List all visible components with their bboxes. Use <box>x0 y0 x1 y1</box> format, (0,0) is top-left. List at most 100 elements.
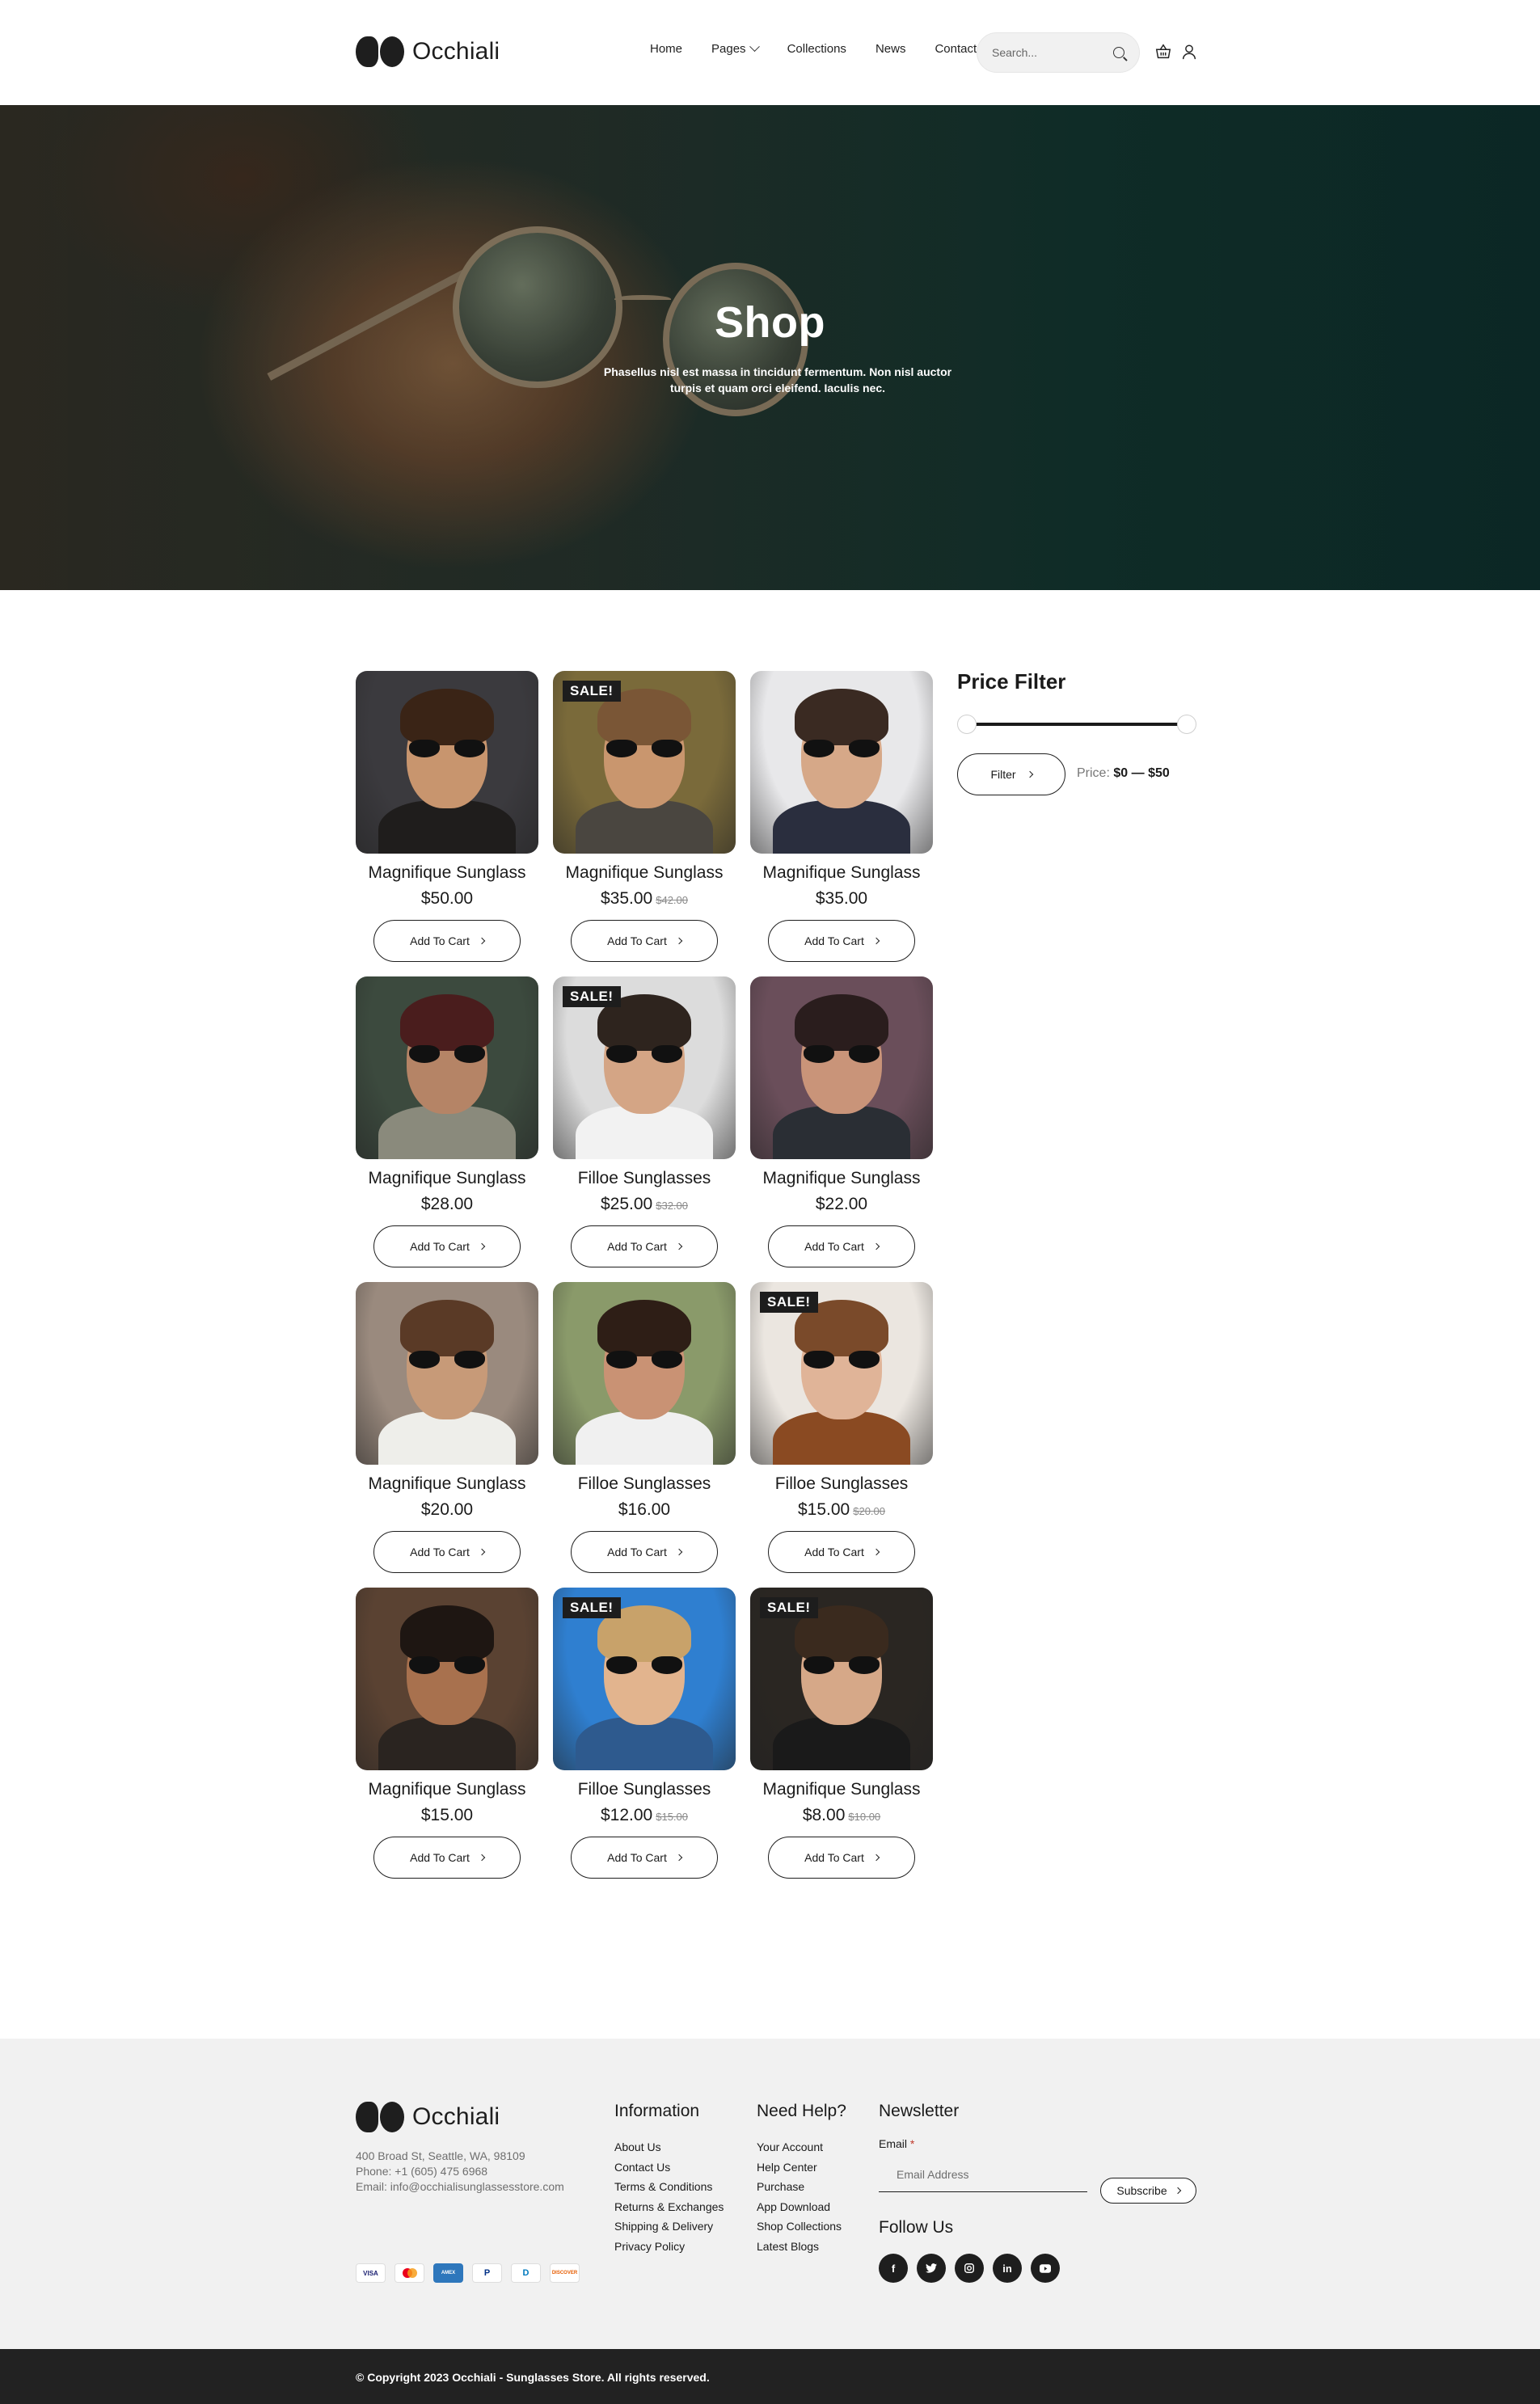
add-to-cart-button[interactable]: Add To Cart <box>571 1531 718 1573</box>
youtube-icon[interactable] <box>1031 2254 1060 2283</box>
product-card[interactable]: Magnifique Sunglass $28.00 Add To Cart <box>356 976 538 1271</box>
add-to-cart-label: Add To Cart <box>607 1240 667 1253</box>
nav-collections[interactable]: Collections <box>787 42 846 56</box>
add-to-cart-button[interactable]: Add To Cart <box>571 1225 718 1267</box>
product-card[interactable]: Magnifique Sunglass $15.00 Add To Cart <box>356 1588 538 1882</box>
footer-link-returns[interactable]: Returns & Exchanges <box>614 2197 724 2217</box>
footer-link-blogs[interactable]: Latest Blogs <box>757 2237 846 2257</box>
subscribe-button[interactable]: Subscribe <box>1100 2178 1196 2204</box>
footer-link-terms[interactable]: Terms & Conditions <box>614 2177 724 2197</box>
price-slider-min-handle[interactable] <box>957 715 977 734</box>
product-image[interactable] <box>553 1282 736 1465</box>
product-name[interactable]: Magnifique Sunglass <box>553 863 736 883</box>
product-card[interactable]: SALE! Filloe Sunglasses $15.00 $20.00 Add To… <box>750 1282 933 1576</box>
add-to-cart-button[interactable]: Add To Cart <box>571 920 718 962</box>
product-image[interactable]: SALE! <box>750 1588 933 1770</box>
add-to-cart-button[interactable]: Add To Cart <box>768 1225 915 1267</box>
product-name[interactable]: Filloe Sunglasses <box>553 1169 736 1188</box>
product-name[interactable]: Filloe Sunglasses <box>553 1474 736 1494</box>
product-image[interactable]: SALE! <box>553 1588 736 1770</box>
product-image[interactable]: SALE! <box>553 976 736 1159</box>
product-image[interactable] <box>750 671 933 854</box>
product-name[interactable]: Filloe Sunglasses <box>750 1474 933 1494</box>
chevron-right-icon <box>1026 770 1033 778</box>
product-image[interactable]: SALE! <box>553 671 736 854</box>
nav-contact[interactable]: Contact <box>935 42 977 56</box>
product-image[interactable] <box>750 976 933 1159</box>
add-to-cart-button[interactable]: Add To Cart <box>768 920 915 962</box>
nav-contact-label: Contact <box>935 42 977 56</box>
add-to-cart-button[interactable]: Add To Cart <box>373 920 521 962</box>
footer-logo[interactable]: Occhiali <box>356 2102 500 2132</box>
footer-link-help-center[interactable]: Help Center <box>757 2157 846 2178</box>
footer-link-privacy[interactable]: Privacy Policy <box>614 2237 724 2257</box>
site-footer: Occhiali 400 Broad St, Seattle, WA, 9810… <box>0 2039 1540 2349</box>
linkedin-icon[interactable]: in <box>993 2254 1022 2283</box>
footer-link-contact[interactable]: Contact Us <box>614 2157 724 2178</box>
product-name[interactable]: Magnifique Sunglass <box>750 863 933 883</box>
nav-home-label: Home <box>650 42 683 56</box>
product-name[interactable]: Magnifique Sunglass <box>356 1474 538 1494</box>
nav-pages-label: Pages <box>711 42 746 56</box>
add-to-cart-button[interactable]: Add To Cart <box>768 1837 915 1879</box>
chevron-right-icon <box>872 1242 880 1251</box>
nav-news-label: News <box>875 42 906 56</box>
nav-news[interactable]: News <box>875 42 906 56</box>
product-card[interactable]: SALE! Magnifique Sunglass $35.00 $42.00 Add … <box>553 671 736 965</box>
product-image[interactable] <box>356 671 538 854</box>
product-card[interactable]: SALE! Filloe Sunglasses $25.00 $32.00 Add To… <box>553 976 736 1271</box>
product-card[interactable]: Magnifique Sunglass $22.00 Add To Cart <box>750 976 933 1271</box>
product-image-hair <box>400 689 494 745</box>
product-card[interactable]: SALE! Magnifique Sunglass $8.00 $10.00 Add T… <box>750 1588 933 1882</box>
footer-email: Email: info@occhialisunglassesstore.com <box>356 2180 564 2193</box>
nav-home[interactable]: Home <box>650 42 682 56</box>
instagram-icon[interactable] <box>955 2254 984 2283</box>
price-slider[interactable] <box>957 710 1200 739</box>
price-slider-max-handle[interactable] <box>1177 715 1196 734</box>
footer-link-account[interactable]: Your Account <box>757 2137 846 2157</box>
footer-link-about[interactable]: About Us <box>614 2137 724 2157</box>
product-card[interactable]: Filloe Sunglasses $16.00 Add To Cart <box>553 1282 736 1576</box>
product-image[interactable]: SALE! <box>750 1282 933 1465</box>
product-name[interactable]: Magnifique Sunglass <box>356 1169 538 1188</box>
twitter-icon[interactable] <box>917 2254 946 2283</box>
sunglasses-icon <box>409 1045 485 1063</box>
product-card[interactable]: Magnifique Sunglass $35.00 Add To Cart <box>750 671 933 965</box>
product-card[interactable]: SALE! Filloe Sunglasses $12.00 $15.00 Add To… <box>553 1588 736 1882</box>
add-to-cart-button[interactable]: Add To Cart <box>571 1837 718 1879</box>
sunglasses-icon <box>606 1351 682 1369</box>
product-name[interactable]: Magnifique Sunglass <box>356 863 538 883</box>
chevron-right-icon <box>478 1854 486 1862</box>
add-to-cart-button[interactable]: Add To Cart <box>768 1531 915 1573</box>
filter-button[interactable]: Filter <box>957 753 1065 795</box>
newsletter-email-label: Email * <box>879 2137 914 2150</box>
add-to-cart-button[interactable]: Add To Cart <box>373 1837 521 1879</box>
sunglasses-icon <box>606 740 682 757</box>
nav-pages[interactable]: Pages <box>711 41 760 56</box>
facebook-icon[interactable]: f <box>879 2254 908 2283</box>
footer-link-collections[interactable]: Shop Collections <box>757 2216 846 2237</box>
product-card[interactable]: Magnifique Sunglass $50.00 Add To Cart <box>356 671 538 965</box>
cart-icon[interactable] <box>1154 43 1172 61</box>
site-logo[interactable]: Occhiali <box>356 36 500 67</box>
footer-link-shipping[interactable]: Shipping & Delivery <box>614 2216 724 2237</box>
product-name[interactable]: Filloe Sunglasses <box>553 1780 736 1799</box>
user-icon[interactable] <box>1180 43 1198 61</box>
product-name[interactable]: Magnifique Sunglass <box>750 1780 933 1799</box>
add-to-cart-label: Add To Cart <box>804 1546 864 1558</box>
product-image[interactable] <box>356 976 538 1159</box>
add-to-cart-button[interactable]: Add To Cart <box>373 1531 521 1573</box>
product-image[interactable] <box>356 1282 538 1465</box>
add-to-cart-button[interactable]: Add To Cart <box>373 1225 521 1267</box>
newsletter-email-input[interactable] <box>879 2157 1087 2192</box>
product-name[interactable]: Magnifique Sunglass <box>356 1780 538 1799</box>
product-card[interactable]: Magnifique Sunglass $20.00 Add To Cart <box>356 1282 538 1576</box>
product-name[interactable]: Magnifique Sunglass <box>750 1169 933 1188</box>
add-to-cart-label: Add To Cart <box>804 934 864 947</box>
search-input[interactable] <box>992 46 1105 59</box>
search-icon[interactable] <box>1113 47 1124 58</box>
add-to-cart-label: Add To Cart <box>607 934 667 947</box>
footer-link-purchase[interactable]: Purchase <box>757 2177 846 2197</box>
footer-link-app[interactable]: App Download <box>757 2197 846 2217</box>
product-image[interactable] <box>356 1588 538 1770</box>
